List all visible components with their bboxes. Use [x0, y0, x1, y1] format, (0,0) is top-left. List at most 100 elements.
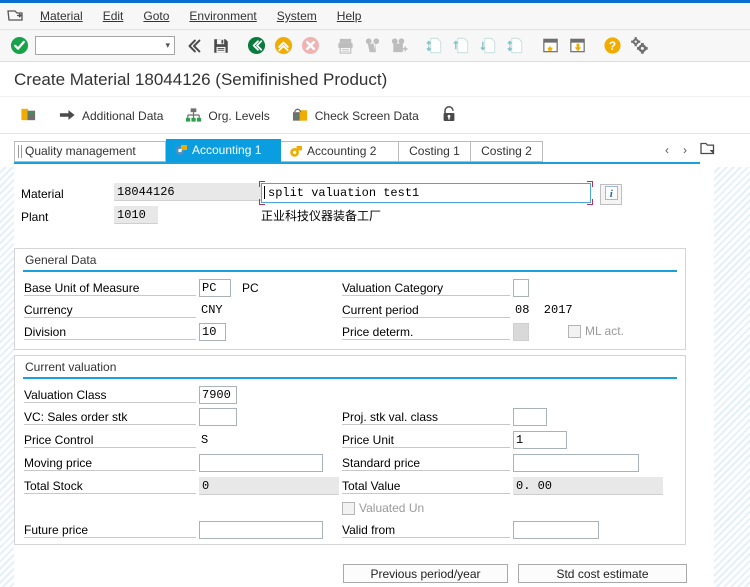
total-value-field[interactable]: 0. 00 [513, 477, 663, 495]
division-value: 10 [202, 325, 217, 339]
total-value-value: 0. 00 [516, 479, 553, 493]
additional-data-button[interactable]: Additional Data [53, 103, 169, 129]
tab-accounting-2[interactable]: Accounting 2 [281, 141, 399, 162]
command-field[interactable]: ▾ [35, 36, 175, 55]
create-shortcut-icon[interactable] [564, 33, 590, 59]
lock-button[interactable] [435, 103, 463, 129]
valid-from-field[interactable] [513, 521, 599, 539]
info-button[interactable]: i [600, 184, 622, 205]
proj-stk-val-class-field[interactable] [513, 408, 547, 426]
org-levels-button[interactable]: Org. Levels [179, 103, 275, 129]
currency-label: Currency [24, 303, 196, 318]
tab-label: Accounting 2 [307, 144, 377, 158]
text-caret [264, 186, 265, 199]
total-value-label: Total Value [342, 479, 510, 494]
enter-check-icon[interactable] [6, 33, 32, 59]
chevron-down-icon[interactable]: ▾ [165, 40, 170, 51]
total-stock-label: Total Stock [24, 479, 196, 494]
left-hatch-margin [0, 167, 14, 587]
price-determ-field[interactable] [513, 323, 529, 341]
back-green-icon[interactable] [243, 33, 269, 59]
material-description-field[interactable]: split valuation test1 [261, 183, 591, 203]
current-valuation-title: Current valuation [25, 360, 117, 374]
exit-yellow-icon[interactable] [270, 33, 296, 59]
last-page-icon [502, 33, 528, 59]
material-header-area: Material 18044126 split valuation test1 [14, 167, 700, 231]
check-screen-data-button[interactable]: Check Screen Data [286, 103, 425, 129]
valuation-class-label: Valuation Class [24, 388, 196, 403]
valuation-category-field[interactable] [513, 279, 529, 297]
tab-active-underline [14, 162, 700, 164]
proj-stk-val-class-label: Proj. stk val. class [342, 410, 510, 425]
session-icon[interactable] [0, 3, 30, 29]
future-price-field[interactable] [199, 521, 323, 539]
previous-page-icon [448, 33, 474, 59]
menu-item-edit[interactable]: Edit [93, 3, 134, 29]
tab-label: Costing 2 [481, 144, 532, 158]
valuation-category-label: Valuation Category [342, 281, 510, 296]
price-unit-value: 1 [516, 433, 524, 447]
vc-sales-order-stk-label: VC: Sales order stk [24, 410, 196, 425]
tab-scroll-left-button[interactable]: ‹ [665, 143, 669, 157]
currency-value: CNY [201, 303, 223, 317]
page-title-bar: Create Material 18044126 (Semifinished P… [0, 63, 750, 97]
lock-icon [441, 106, 457, 126]
tab-strip: Quality management Accounting 1 Accounti… [0, 135, 750, 165]
general-data-title: General Data [25, 253, 97, 267]
focus-bracket-br [587, 199, 593, 205]
print-icon [332, 33, 358, 59]
plant-name-text: 正业科技仪器装备工厂 [261, 209, 382, 223]
menu-item-material[interactable]: Material [30, 3, 93, 29]
tab-gripper[interactable] [18, 145, 22, 158]
menu-item-environment[interactable]: Environment [179, 3, 266, 29]
vc-sales-order-stk-field[interactable] [199, 408, 237, 426]
material-card-button[interactable] [14, 103, 43, 129]
footer-button-bar: Previous period/year Std cost estimate [14, 559, 700, 587]
customize-local-layout-icon[interactable] [626, 33, 652, 59]
create-session-icon[interactable] [537, 33, 563, 59]
moving-price-field[interactable] [199, 454, 323, 472]
base-unit-value: PC [202, 281, 217, 295]
menu-item-help[interactable]: Help [327, 3, 372, 29]
previous-period-year-button[interactable]: Previous period/year [343, 564, 508, 583]
tab-costing-1[interactable]: Costing 1 [399, 141, 471, 162]
current-valuation-rule [23, 377, 677, 379]
valuated-un-checkbox-row[interactable]: Valuated Un [342, 501, 424, 515]
standard-price-field[interactable] [513, 454, 639, 472]
check-screen-icon [292, 107, 309, 126]
division-field[interactable]: 10 [199, 323, 226, 341]
total-stock-field[interactable]: 0 [199, 477, 339, 495]
price-control-value: S [201, 433, 209, 447]
focus-bracket-tl [259, 181, 265, 187]
current-period-label: Current period [342, 303, 510, 318]
tab-costing-2[interactable]: Costing 2 [471, 141, 543, 162]
tab-scroll-right-button[interactable]: › [683, 143, 687, 157]
valuation-class-field[interactable]: 7900 [199, 386, 237, 404]
tab-quality-management[interactable]: Quality management [14, 141, 166, 162]
menu-item-goto[interactable]: Goto [133, 3, 179, 29]
ml-active-checkbox[interactable] [568, 324, 581, 338]
ml-active-checkbox-row[interactable]: ML act. [568, 324, 624, 338]
find-icon [359, 33, 385, 59]
save-icon[interactable] [208, 33, 234, 59]
plant-field[interactable]: 1010 [114, 206, 158, 224]
previous-screen-icon[interactable] [181, 33, 207, 59]
cancel-red-icon[interactable] [297, 33, 323, 59]
price-unit-field[interactable]: 1 [513, 431, 567, 449]
sap-gui-window: Material Edit Goto Environment System He… [0, 0, 750, 587]
std-cost-estimate-button[interactable]: Std cost estimate [518, 564, 687, 583]
check-screen-data-label: Check Screen Data [314, 109, 419, 123]
material-number-field[interactable]: 18044126 [114, 183, 269, 201]
tab-list-icon[interactable] [700, 141, 715, 158]
help-icon[interactable]: ? [599, 33, 625, 59]
org-levels-label: Org. Levels [208, 109, 270, 123]
page-title: Create Material 18044126 (Semifinished P… [14, 69, 388, 89]
base-unit-field[interactable]: PC [199, 279, 231, 297]
ml-active-label: ML act. [585, 324, 624, 338]
menu-item-system[interactable]: System [267, 3, 327, 29]
base-unit-suffix: PC [242, 281, 259, 295]
valuated-un-label: Valuated Un [359, 501, 425, 515]
valuated-un-checkbox[interactable] [342, 501, 355, 515]
tab-accounting-1[interactable]: Accounting 1 [166, 139, 281, 162]
current-period-value: 08 2017 [515, 303, 573, 317]
